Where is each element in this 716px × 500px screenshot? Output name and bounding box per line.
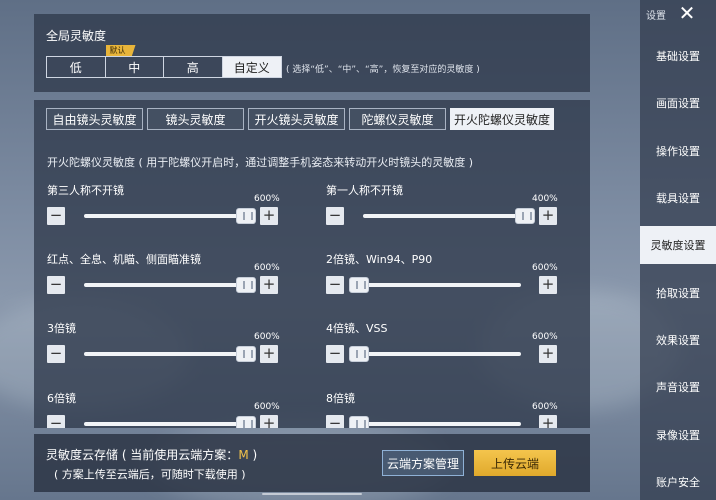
tab-camera[interactable]: 镜头灵敏度	[147, 108, 244, 130]
option-medium-label: 中	[128, 60, 141, 75]
sidebar-item-audio[interactable]: 声音设置	[640, 368, 716, 406]
sidebar-item-account-security[interactable]: 账户安全	[640, 463, 716, 500]
global-sensitivity-hint: ( 选择“低”、“中”、“高”，恢复至对应的灵敏度 )	[286, 65, 480, 75]
cloud-storage-status-prefix: 灵敏度云存储 ( 当前使用云端方案：	[46, 448, 239, 462]
current-cloud-scheme: M	[238, 448, 249, 462]
slider-track[interactable]	[363, 422, 521, 426]
sidebar-item-pickup[interactable]: 拾取设置	[640, 274, 716, 312]
global-sensitivity-panel: 全局灵敏度 低 默认 中 高 自定义 ( 选择“低”、“中”、“高”，恢复至对应…	[34, 14, 590, 92]
close-icon[interactable]: ✕	[672, 1, 702, 25]
cloud-storage-hint: ( 方案上传至云端后，可随时下载使用 )	[54, 468, 246, 481]
sidebar-item-replay[interactable]: 录像设置	[640, 416, 716, 454]
global-sensitivity-selector: 低 默认 中 高 自定义	[46, 45, 282, 78]
increase-button[interactable]: +	[260, 345, 278, 363]
sensitivity-detail-panel: 自由镜头灵敏度 镜头灵敏度 开火镜头灵敏度 陀螺仪灵敏度 开火陀螺仪灵敏度 开火…	[34, 100, 590, 428]
default-badge: 默认	[105, 45, 136, 56]
slider-thumb[interactable]	[236, 277, 256, 293]
option-custom[interactable]: 自定义	[222, 57, 281, 77]
slider-label: 4倍镜、VSS	[326, 322, 388, 335]
slider-value: 600%	[254, 402, 280, 412]
increase-button[interactable]: +	[539, 415, 557, 428]
slider-value: 600%	[532, 402, 558, 412]
cloud-storage-status: 灵敏度云存储 ( 当前使用云端方案：M )	[46, 446, 257, 463]
slider-track[interactable]	[84, 283, 242, 287]
slider-thumb[interactable]	[349, 416, 369, 428]
slider-track[interactable]	[363, 352, 521, 356]
increase-button[interactable]: +	[539, 207, 557, 225]
slider-value: 600%	[254, 332, 280, 342]
decrease-button[interactable]: −	[326, 207, 344, 225]
increase-button[interactable]: +	[539, 276, 557, 294]
option-low[interactable]: 低	[47, 57, 106, 77]
slider-label: 3倍镜	[47, 322, 76, 335]
decrease-button[interactable]: −	[326, 345, 344, 363]
slider-value: 400%	[532, 194, 558, 204]
slider-value: 600%	[532, 332, 558, 342]
decrease-button[interactable]: −	[326, 276, 344, 294]
slider-label: 第一人称不开镜	[326, 184, 403, 197]
decrease-button[interactable]: −	[47, 345, 65, 363]
tab-free-look[interactable]: 自由镜头灵敏度	[46, 108, 143, 130]
tab-fire-gyroscope[interactable]: 开火陀螺仪灵敏度	[450, 108, 554, 130]
slider-track[interactable]	[363, 283, 521, 287]
option-high[interactable]: 高	[164, 57, 223, 77]
tab-fire-camera[interactable]: 开火镜头灵敏度	[248, 108, 345, 130]
slider-thumb[interactable]	[515, 208, 535, 224]
sidebar-item-basic[interactable]: 基础设置	[640, 37, 716, 75]
slider-thumb[interactable]	[236, 416, 256, 428]
section-description: 开火陀螺仪灵敏度 ( 用于陀螺仪开启时，通过调整手机姿态来转动开火时镜头的灵敏度…	[47, 156, 474, 169]
cloud-storage-bar: 灵敏度云存储 ( 当前使用云端方案：M ) ( 方案上传至云端后，可随时下载使用…	[34, 434, 590, 492]
slider-thumb[interactable]	[349, 277, 369, 293]
slider-label: 第三人称不开镜	[47, 184, 124, 197]
slider-label: 8倍镜	[326, 392, 355, 405]
slider-track[interactable]	[84, 352, 242, 356]
upload-cloud-button[interactable]: 上传云端	[474, 450, 556, 476]
option-medium[interactable]: 默认 中	[105, 45, 164, 77]
slider-value: 600%	[254, 194, 280, 204]
slider-thumb[interactable]	[236, 208, 256, 224]
cloud-storage-status-suffix: )	[248, 448, 258, 462]
sensitivity-tabs: 自由镜头灵敏度 镜头灵敏度 开火镜头灵敏度 陀螺仪灵敏度 开火陀螺仪灵敏度	[46, 108, 554, 130]
decrease-button[interactable]: −	[326, 415, 344, 428]
slider-track[interactable]	[84, 214, 242, 218]
tab-gyroscope[interactable]: 陀螺仪灵敏度	[349, 108, 446, 130]
increase-button[interactable]: +	[260, 276, 278, 294]
sidebar-item-vehicle[interactable]: 载具设置	[640, 179, 716, 217]
decrease-button[interactable]: −	[47, 276, 65, 294]
slider-track[interactable]	[84, 422, 242, 426]
sidebar-item-graphics[interactable]: 画面设置	[640, 84, 716, 122]
sidebar-item-controls[interactable]: 操作设置	[640, 132, 716, 170]
increase-button[interactable]: +	[260, 415, 278, 428]
increase-button[interactable]: +	[539, 345, 557, 363]
global-sensitivity-title: 全局灵敏度	[46, 29, 107, 43]
slider-thumb[interactable]	[236, 346, 256, 362]
slider-track[interactable]	[363, 214, 521, 218]
slider-value: 600%	[532, 263, 558, 273]
decrease-button[interactable]: −	[47, 415, 65, 428]
slider-label: 红点、全息、机瞄、侧面瞄准镜	[47, 253, 201, 266]
decrease-button[interactable]: −	[47, 207, 65, 225]
cloud-scheme-manage-button[interactable]: 云端方案管理	[382, 450, 464, 476]
increase-button[interactable]: +	[260, 207, 278, 225]
slider-thumb[interactable]	[349, 346, 369, 362]
scroll-indicator	[262, 493, 362, 495]
settings-sidebar: 设置 ✕ 基础设置 画面设置 操作设置 载具设置 灵敏度设置 拾取设置 效果设置…	[640, 0, 716, 500]
slider-value: 600%	[254, 263, 280, 273]
sidebar-item-sensitivity[interactable]: 灵敏度设置	[640, 226, 716, 264]
settings-header-label: 设置	[646, 11, 666, 22]
sidebar-item-effects[interactable]: 效果设置	[640, 321, 716, 359]
slider-label: 6倍镜	[47, 392, 76, 405]
slider-label: 2倍镜、Win94、P90	[326, 253, 433, 266]
